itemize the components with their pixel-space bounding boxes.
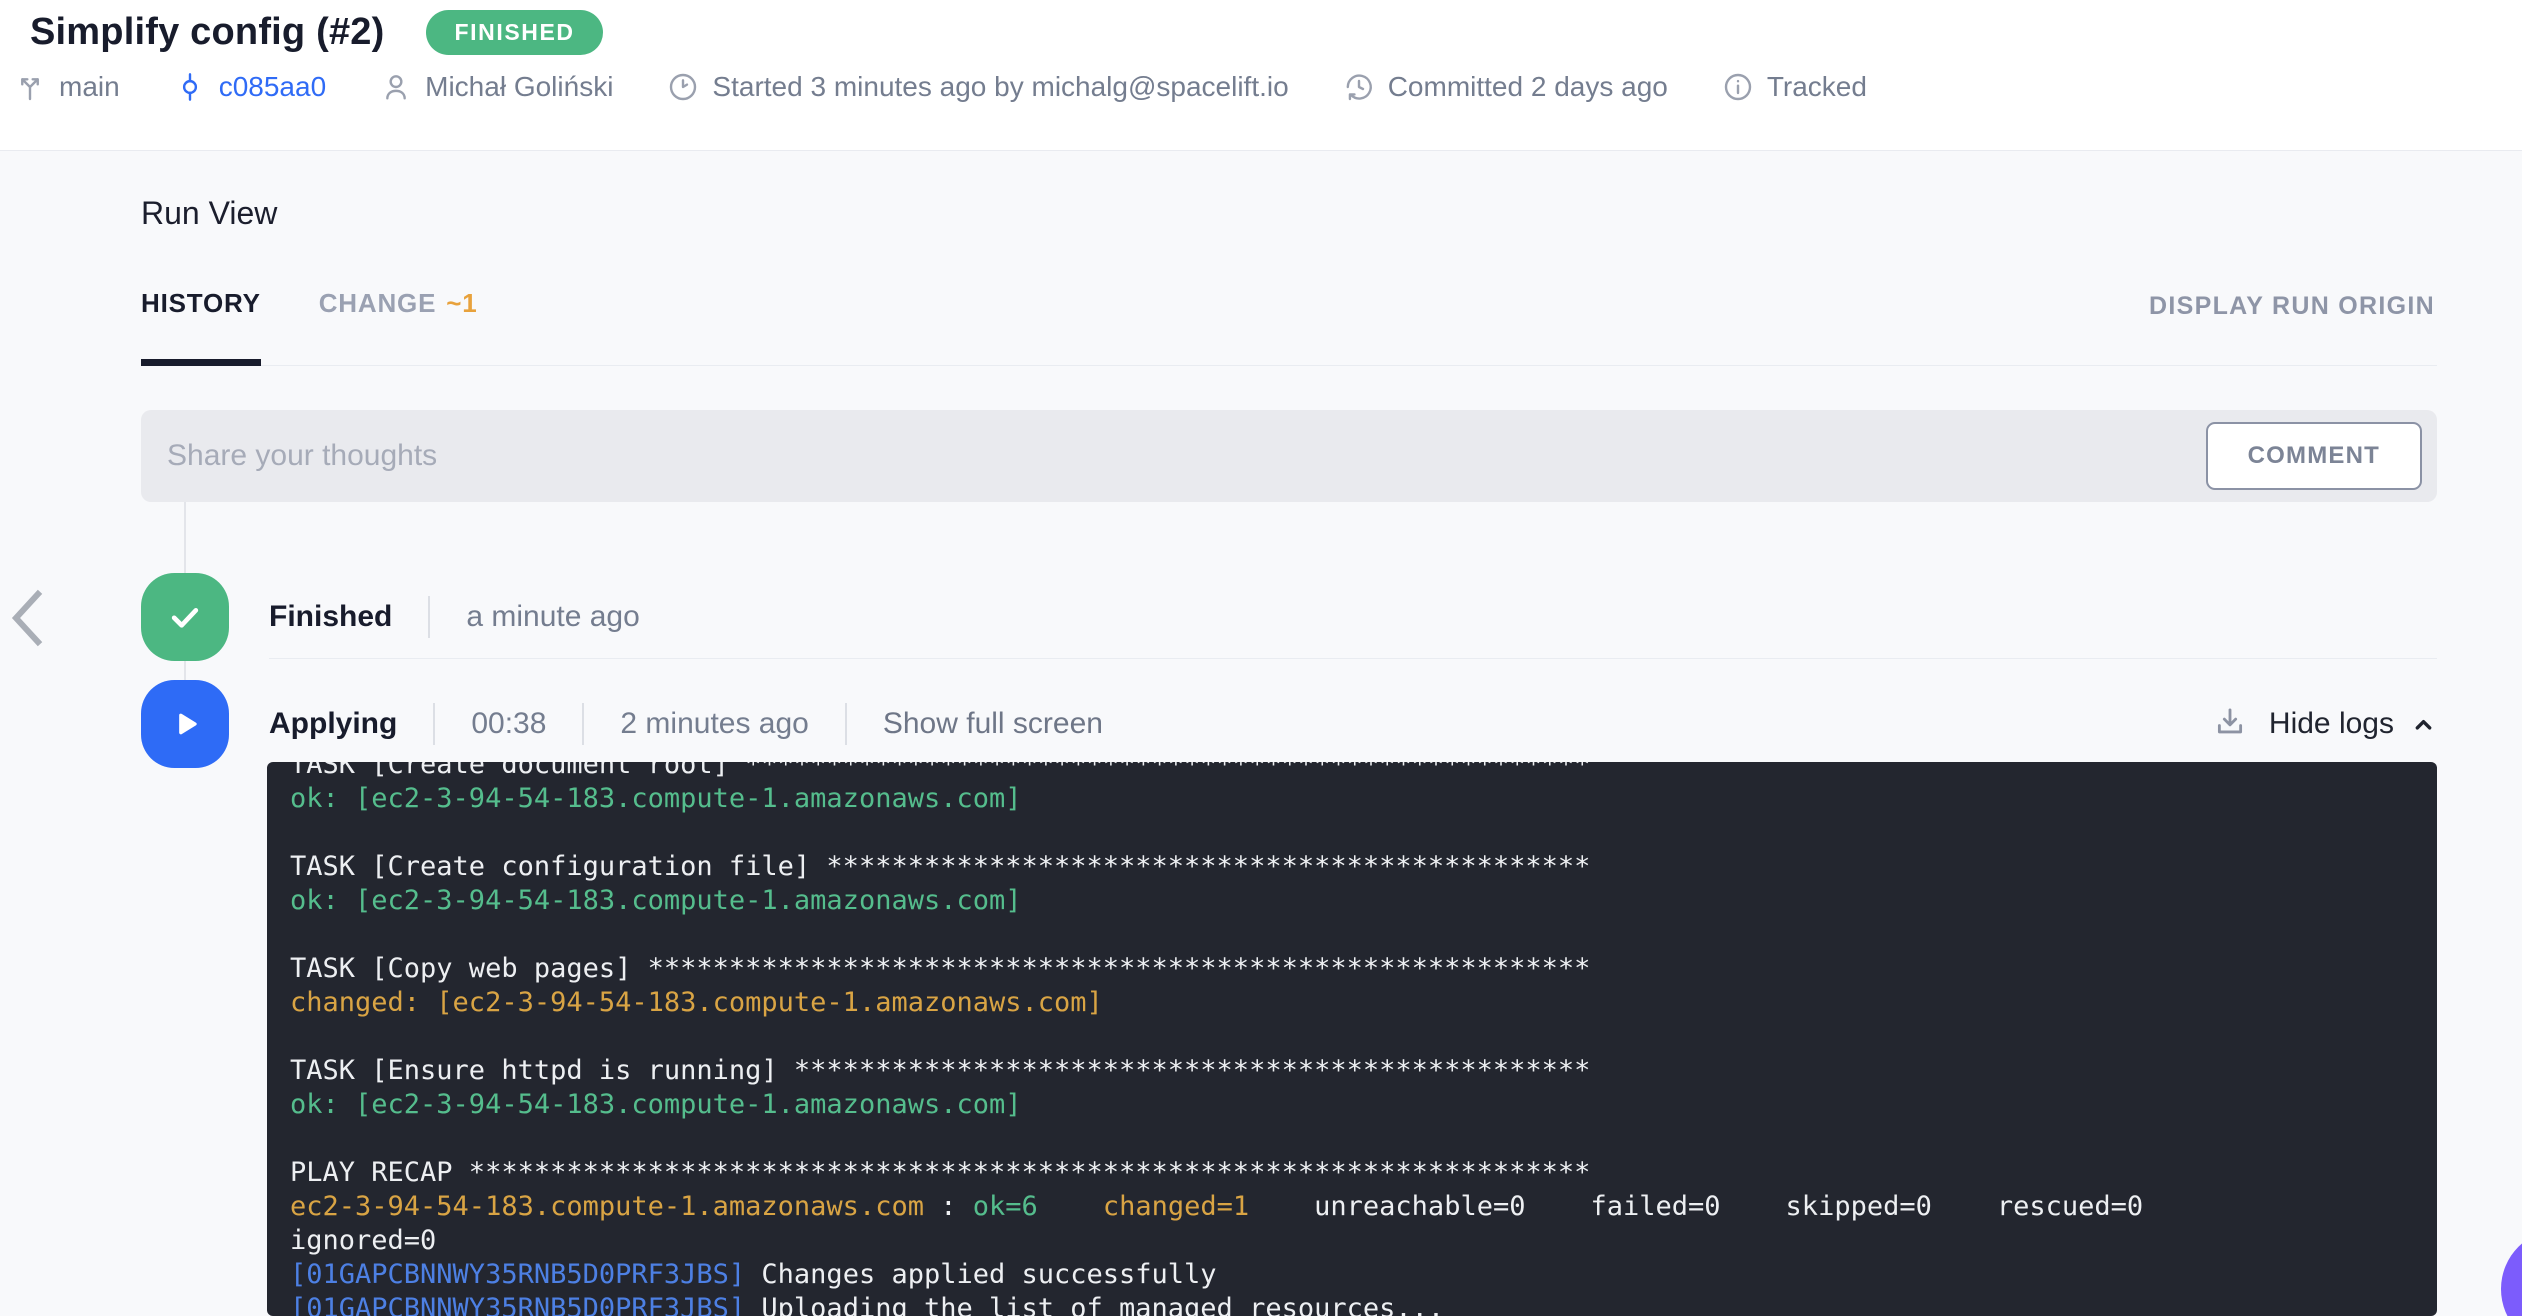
log-content: TASK [Create document root] ************… — [290, 762, 2437, 1316]
author-item: Michał Goliński — [380, 71, 613, 103]
display-run-origin-button[interactable]: DISPLAY RUN ORIGIN — [2147, 288, 2437, 325]
run-view-container: Run View HISTORY CHANGE ~1 DISPLAY RUN OR… — [141, 151, 2437, 1316]
log-line: ok: [ec2-3-94-54-183.compute-1.amazonaws… — [290, 783, 1022, 814]
branch-item[interactable]: main — [14, 71, 120, 103]
divider — [433, 703, 436, 745]
chevron-up-icon — [2415, 719, 2432, 730]
finished-state-label: Finished — [269, 599, 393, 633]
log-line: PLAY RECAP *****************************… — [290, 1157, 1591, 1188]
tab-history-label: HISTORY — [141, 288, 261, 318]
tabs-row: HISTORY CHANGE ~1 DISPLAY RUN ORIGIN — [141, 288, 2437, 366]
log-line: ignored=0 — [290, 1225, 437, 1256]
applying-duration: 00:38 — [471, 707, 547, 740]
previous-run-arrow[interactable] — [6, 588, 50, 648]
branch-icon — [21, 78, 39, 101]
download-logs-button[interactable] — [2213, 705, 2247, 744]
branch-label: main — [59, 71, 120, 102]
tracking-item: Tracked — [1722, 71, 1867, 103]
tabs: HISTORY CHANGE ~1 — [141, 288, 478, 366]
tab-change[interactable]: CHANGE ~1 — [319, 288, 478, 365]
chevron-left-icon — [11, 589, 43, 647]
tab-history[interactable]: HISTORY — [141, 288, 261, 366]
finished-entry-body: Finished a minute ago — [269, 575, 2437, 659]
change-count-badge: ~1 — [446, 288, 478, 318]
author-label: Michał Goliński — [425, 71, 614, 102]
download-icon — [2217, 708, 2242, 733]
divider — [428, 595, 431, 638]
started-item: Started 3 minutes ago by michalg@spaceli… — [667, 71, 1289, 103]
log-line: ec2-3-94-54-183.compute-1.amazonaws.com … — [290, 1191, 2144, 1222]
run-view-section: Run View HISTORY CHANGE ~1 DISPLAY RUN OR… — [0, 151, 2522, 1316]
hide-logs-label: Hide logs — [2268, 707, 2394, 740]
user-icon — [386, 75, 407, 100]
committed-label: Committed 2 days ago — [1387, 71, 1668, 102]
started-label: Started 3 minutes ago by michalg@spaceli… — [712, 71, 1289, 102]
finished-status-circle — [141, 573, 229, 661]
section-title: Run View — [141, 195, 278, 231]
finished-time-ago: a minute ago — [466, 599, 640, 633]
show-full-screen-link[interactable]: Show full screen — [883, 707, 1103, 741]
logs-controls: Hide logs — [2213, 705, 2437, 744]
log-line: TASK [Ensure httpd is running] *********… — [290, 1055, 1591, 1086]
log-line: ok: [ec2-3-94-54-183.compute-1.amazonaws… — [290, 885, 1022, 916]
applying-state-label: Applying — [269, 707, 398, 740]
play-icon — [179, 713, 197, 735]
log-line: [01GAPCBNNWY35RNB5D0PRF3JBS] Uploading t… — [290, 1293, 1445, 1316]
run-timeline: Finished a minute ago Applying 00:38 2 m… — [141, 502, 2437, 1316]
log-line: TASK [Copy web pages] ******************… — [290, 953, 1591, 984]
divider — [844, 703, 847, 745]
tab-change-label: CHANGE — [318, 288, 437, 318]
info-icon — [1724, 73, 1752, 101]
hide-logs-button[interactable]: Hide logs — [2269, 707, 2437, 741]
applying-entry-body: Applying 00:38 2 minutes ago Show full s… — [269, 682, 2437, 766]
log-line: ok: [ec2-3-94-54-183.compute-1.amazonaws… — [290, 1089, 1022, 1120]
timeline-entry-applying: Applying 00:38 2 minutes ago Show full s… — [141, 680, 2437, 768]
timeline-entry-finished: Finished a minute ago — [141, 573, 2437, 661]
comment-input[interactable] — [167, 439, 2206, 473]
run-header: Simplify config (#2) FINISHED main c085a… — [0, 0, 2522, 151]
commit-label: c085aa0 — [218, 71, 327, 102]
comment-button[interactable]: COMMENT — [2205, 422, 2422, 490]
applying-time-ago: 2 minutes ago — [620, 707, 809, 740]
history-icon — [1346, 74, 1372, 101]
applying-status-circle — [141, 680, 229, 768]
log-line: changed: [ec2-3-94-54-183.compute-1.amaz… — [290, 987, 1103, 1018]
log-line: TASK [Create configuration file] *******… — [290, 851, 1591, 882]
commit-item[interactable]: c085aa0 — [174, 71, 326, 103]
check-icon — [171, 608, 199, 628]
log-terminal[interactable]: TASK [Create document root] ************… — [267, 762, 2437, 1316]
log-line: [01GAPCBNNWY35RNB5D0PRF3JBS] Changes app… — [290, 1259, 1217, 1290]
tracking-label: Tracked — [1766, 71, 1867, 102]
commit-icon — [182, 73, 197, 101]
divider — [582, 703, 585, 745]
clock-icon — [670, 73, 697, 101]
run-meta-row: main c085aa0 Michał Goliński Started 3 m… — [0, 55, 2522, 103]
committed-item: Committed 2 days ago — [1343, 71, 1668, 103]
page-title: Simplify config (#2) — [30, 11, 385, 53]
status-badge: FINISHED — [426, 10, 603, 55]
title-row: Simplify config (#2) FINISHED — [0, 0, 2522, 55]
comment-bar: COMMENT — [141, 410, 2437, 502]
